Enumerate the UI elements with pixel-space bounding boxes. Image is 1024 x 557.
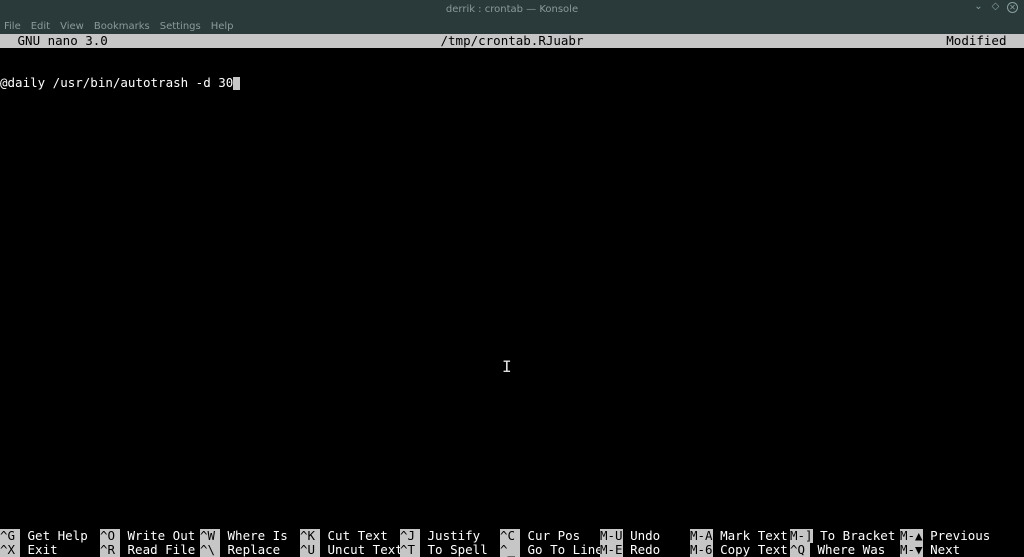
nano-header-bar: GNU nano 3.0 /tmp/crontab.RJuabr Modifie… — [0, 34, 1024, 48]
shortcut-key-where-is: ^W — [200, 529, 220, 543]
window-title: derrik : crontab — Konsole — [446, 4, 578, 15]
shortcut-label-previous: Previous — [923, 529, 991, 543]
editor-line[interactable]: @daily /usr/bin/autotrash -d 30 — [0, 76, 1024, 90]
shortcut-label-uncut-text: Uncut Text — [320, 543, 403, 557]
shortcut-key-mark-text: M-A — [690, 529, 713, 543]
menu-file[interactable]: File — [4, 21, 21, 32]
minimize-icon[interactable]: ⌄ — [973, 2, 984, 13]
shortcut-key-replace: ^\ — [200, 543, 220, 557]
shortcut-label-get-help: Get Help — [20, 529, 88, 543]
shortcut-key-write-out: ^O — [100, 529, 120, 543]
shortcut-key-redo: M-E — [600, 543, 623, 557]
shortcut-label-justify: Justify — [420, 529, 480, 543]
shortcut-label-to-spell: To Spell — [420, 543, 488, 557]
shortcut-label-write-out: Write Out — [120, 529, 195, 543]
shortcut-key-exit: ^X — [0, 543, 20, 557]
text-cursor-block — [233, 77, 240, 90]
nano-filename: /tmp/crontab.RJuabr — [0, 34, 1024, 48]
nano-shortcut-bar: ^G Get Help ^X Exit ^O Write Out ^R Read… — [0, 529, 1024, 557]
shortcut-key-where-was: ^Q — [790, 543, 810, 557]
shortcut-key-cut-text: ^K — [300, 529, 320, 543]
menu-edit[interactable]: Edit — [31, 21, 50, 32]
nano-status: Modified — [946, 34, 1014, 48]
close-icon[interactable]: ✕ — [1007, 2, 1018, 13]
shortcut-key-cur-pos: ^C — [500, 529, 520, 543]
shortcut-label-undo: Undo — [623, 529, 661, 543]
terminal[interactable]: GNU nano 3.0 /tmp/crontab.RJuabr Modifie… — [0, 34, 1024, 557]
shortcut-label-where-is: Where Is — [220, 529, 288, 543]
menu-help[interactable]: Help — [211, 21, 234, 32]
shortcut-label-where-was: Where Was — [810, 543, 885, 557]
shortcut-key-justify: ^J — [400, 529, 420, 543]
shortcut-key-get-help: ^G — [0, 529, 20, 543]
shortcut-label-read-file: Read File — [120, 543, 195, 557]
ibeam-cursor-icon: I — [502, 360, 512, 374]
menu-settings[interactable]: Settings — [160, 21, 201, 32]
shortcut-key-next: M-▼ — [900, 543, 923, 557]
window-titlebar: derrik : crontab — Konsole ⌄ ◇ ✕ — [0, 0, 1024, 18]
shortcut-label-redo: Redo — [623, 543, 661, 557]
window-controls: ⌄ ◇ ✕ — [973, 2, 1018, 13]
crontab-entry: @daily /usr/bin/autotrash -d 30 — [0, 75, 233, 90]
shortcut-label-go-to-line: Go To Line — [520, 543, 603, 557]
shortcut-label-replace: Replace — [220, 543, 280, 557]
shortcut-label-cut-text: Cut Text — [320, 529, 388, 543]
shortcut-key-copy-text: M-6 — [690, 543, 713, 557]
shortcut-key-go-to-line: ^_ — [500, 543, 520, 557]
shortcut-label-copy-text: Copy Text — [713, 543, 788, 557]
menu-bookmarks[interactable]: Bookmarks — [94, 21, 150, 32]
shortcut-key-undo: M-U — [600, 529, 623, 543]
shortcut-label-mark-text: Mark Text — [713, 529, 788, 543]
shortcut-key-read-file: ^R — [100, 543, 120, 557]
shortcut-label-cur-pos: Cur Pos — [520, 529, 580, 543]
shortcut-key-previous: M-▲ — [900, 529, 923, 543]
maximize-icon[interactable]: ◇ — [990, 2, 1001, 13]
shortcut-label-exit: Exit — [20, 543, 58, 557]
shortcut-label-next: Next — [923, 543, 961, 557]
editor-content[interactable]: @daily /usr/bin/autotrash -d 30 — [0, 48, 1024, 118]
shortcut-key-uncut-text: ^U — [300, 543, 320, 557]
shortcut-key-to-bracket: M-] — [790, 529, 813, 543]
shortcut-label-to-bracket: To Bracket — [813, 529, 896, 543]
shortcut-key-to-spell: ^T — [400, 543, 420, 557]
menubar: File Edit View Bookmarks Settings Help — [0, 18, 1024, 34]
menu-view[interactable]: View — [60, 21, 84, 32]
